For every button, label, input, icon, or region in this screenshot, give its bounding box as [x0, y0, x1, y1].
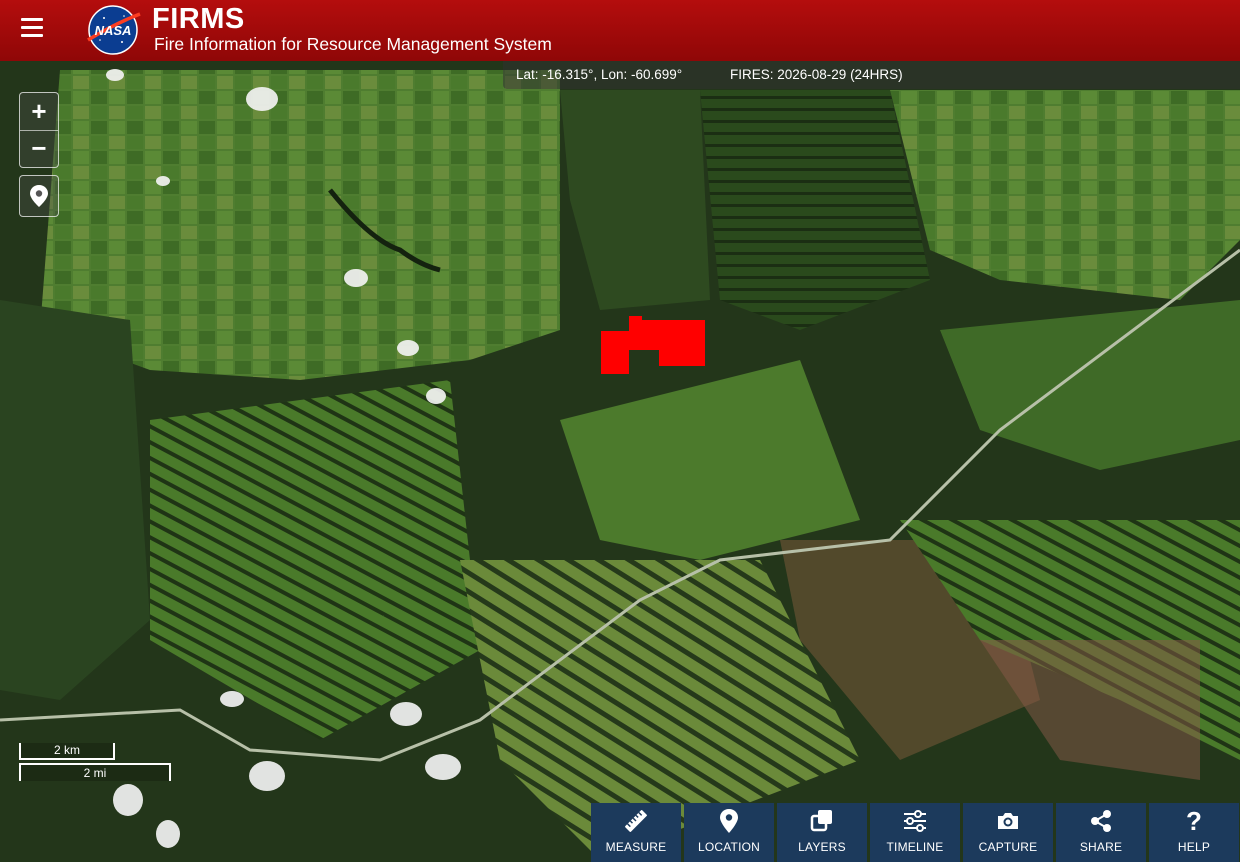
zoom-out-button[interactable]: − — [20, 130, 58, 167]
measure-label: MEASURE — [605, 840, 667, 854]
layers-button[interactable]: LAYERS — [777, 803, 867, 862]
coordinate-bar: Lat: -16.315°, Lon: -60.699° FIRES: 2026… — [503, 61, 1240, 89]
layers-label: LAYERS — [798, 840, 846, 854]
capture-button[interactable]: CAPTURE — [963, 803, 1053, 862]
zoom-in-button[interactable]: + — [20, 93, 58, 131]
scale-bar-mi: 2 mi — [19, 763, 171, 781]
location-label: LOCATION — [697, 840, 761, 854]
capture-label: CAPTURE — [978, 840, 1038, 854]
zoom-controls: + − — [19, 92, 59, 168]
share-button[interactable]: SHARE — [1056, 803, 1146, 862]
app-header: NASA FIRMS Fire Information for Resource… — [0, 0, 1240, 61]
timeline-label: TIMELINE — [886, 840, 944, 854]
fires-date-readout[interactable]: FIRES: 2026-08-29 (24HRS) — [730, 67, 903, 82]
nasa-logo-text: NASA — [95, 23, 132, 38]
help-label: HELP — [1177, 840, 1211, 854]
help-button[interactable]: ? HELP — [1149, 803, 1239, 862]
sliders-icon — [904, 810, 926, 832]
menu-icon[interactable] — [21, 18, 43, 38]
map-pin-icon — [30, 185, 48, 207]
location-button[interactable]: LOCATION — [684, 803, 774, 862]
app-title: FIRMS — [152, 3, 245, 35]
nasa-logo[interactable]: NASA — [84, 4, 142, 56]
measure-button[interactable]: MEASURE — [591, 803, 681, 862]
share-label: SHARE — [1079, 840, 1123, 854]
camera-icon — [998, 813, 1018, 829]
ruler-icon — [625, 810, 647, 832]
map-pin-icon — [720, 809, 738, 833]
app-subtitle: Fire Information for Resource Management… — [154, 34, 552, 54]
locate-button[interactable] — [19, 175, 59, 217]
forest-west — [0, 300, 150, 700]
timeline-button[interactable]: TIMELINE — [870, 803, 960, 862]
satellite-map[interactable] — [0, 61, 1240, 862]
layers-icon — [810, 810, 832, 832]
scale-bar-km: 2 km — [19, 743, 115, 760]
coordinates-readout: Lat: -16.315°, Lon: -60.699° — [516, 67, 683, 82]
question-icon: ? — [1186, 806, 1202, 836]
bottom-toolbar: MEASURE LOCATION LAYERS TIMELINE CAPTURE — [591, 803, 1239, 862]
share-icon — [1091, 810, 1111, 832]
